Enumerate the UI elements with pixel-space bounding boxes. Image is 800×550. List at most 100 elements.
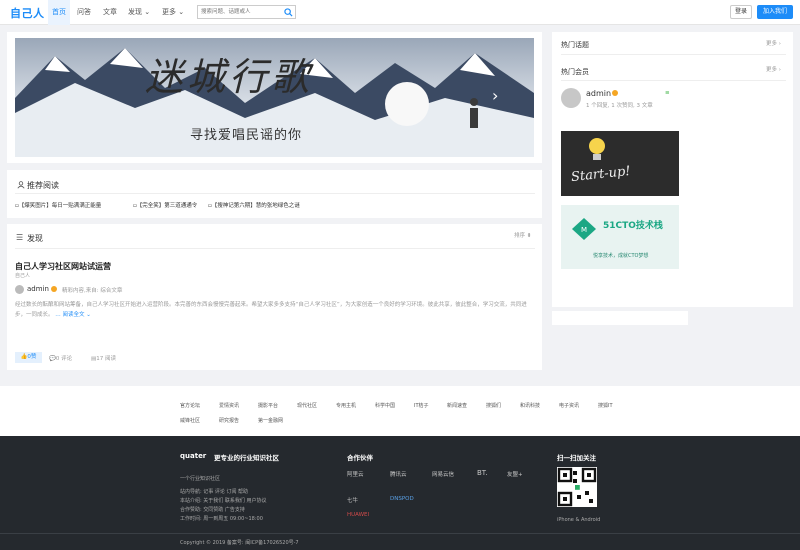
footer-tagline: 更专业的行业知识社区	[214, 454, 279, 462]
list-icon: ☰	[16, 233, 24, 242]
post-excerpt: 经过数长的酝酿和网站筹备，自己人学习社区开始进入运营阶段。本完善的东西会慢慢完善…	[15, 302, 527, 318]
lightbulb-icon	[589, 138, 605, 160]
recommend-item[interactable]: ▫【完全笑】第三道通通令	[133, 201, 197, 209]
footer-link[interactable]: IT桔子	[414, 402, 429, 409]
top-header: 自己人 首页 问答 文章 发现 ⌄ 更多 ⌄ 登录 加入我们	[0, 0, 800, 25]
search-input[interactable]	[198, 6, 282, 18]
hot-topics-title: 热门话题	[561, 41, 589, 49]
comments-link[interactable]: 💬0 评论	[49, 354, 72, 362]
footer-link[interactable]: 爱情资讯	[219, 402, 239, 409]
post-author[interactable]: admin	[27, 285, 49, 293]
footer-link[interactable]: 和讯科技	[520, 402, 540, 409]
footer-coop-links[interactable]: 交同赞助 广告支持	[203, 507, 245, 513]
divider	[15, 193, 535, 194]
footer-label: 合作赞助:	[180, 507, 202, 513]
startup-ad[interactable]: Start-up!	[561, 131, 679, 196]
search-icon[interactable]	[284, 8, 293, 17]
post-meta: 精彩内容,来自: 综合文章	[62, 288, 123, 294]
sort-button[interactable]: 排序 ⬍	[514, 231, 531, 239]
footer-label: 工作时间:	[180, 516, 202, 522]
nav-articles[interactable]: 文章	[103, 0, 117, 25]
views-count: ▤17 阅读	[91, 356, 116, 362]
qr-caption: iPhone & Android	[557, 517, 601, 523]
qr-code[interactable]	[557, 467, 597, 507]
partner-logo[interactable]: 七牛	[347, 496, 358, 504]
footer-divider	[0, 533, 800, 534]
promo-startup-text: Start-up!	[570, 163, 632, 186]
read-more-link[interactable]: … 阅读全文 ⌄	[55, 312, 91, 318]
search-box	[197, 5, 296, 19]
51cto-logo-icon: M	[572, 218, 596, 240]
footer-link[interactable]: 官方论坛	[180, 402, 200, 409]
partner-logo[interactable]: HUAWEI	[347, 512, 369, 518]
more-users-link[interactable]: 更多 ›	[766, 65, 781, 73]
footer-link[interactable]: 新闻速查	[447, 402, 467, 409]
verified-badge-icon	[612, 90, 618, 96]
partner-logo[interactable]: 网易云信	[432, 470, 454, 478]
partner-logo[interactable]: 友盟+	[507, 470, 523, 478]
banner-next-arrow[interactable]: ›	[492, 86, 498, 105]
nav-more[interactable]: 更多 ⌄	[162, 0, 184, 25]
partner-logo[interactable]: 腾讯云	[390, 470, 407, 478]
51cto-ad[interactable]: M 51CTO技术栈 悦享技术，成就CTO梦想	[561, 205, 679, 269]
footer-link[interactable]: 科学中国	[375, 402, 395, 409]
post-tag[interactable]: 自己人	[15, 272, 30, 279]
recommend-title: 推荐阅读	[27, 181, 59, 190]
footer-link[interactable]: 威锋社区	[180, 417, 200, 424]
footer-link[interactable]: 专用主机	[336, 402, 356, 409]
nav-discover[interactable]: 发现 ⌄	[128, 0, 150, 25]
qr-title: 扫一扫加关注	[557, 454, 596, 462]
promo-51cto-subtitle: 悦享技术，成就CTO梦想	[593, 253, 649, 259]
divider	[561, 80, 786, 81]
site-logo[interactable]: 自己人	[10, 5, 45, 21]
footer-brand: quater	[180, 452, 207, 460]
post-title[interactable]: 自己人学习社区网站试运营	[15, 261, 111, 272]
recommend-item[interactable]: ▫【搜神记第六期】慧的张地绿色之谜	[208, 201, 300, 209]
avatar[interactable]	[561, 88, 581, 108]
partners-title: 合作伙伴	[347, 454, 373, 462]
avatar[interactable]	[15, 285, 24, 294]
verified-badge-icon	[51, 286, 57, 292]
footer-link[interactable]: 研究报告	[219, 417, 239, 424]
footer-label: 站内导航:	[180, 489, 202, 495]
copyright: Copyright © 2019 备案号: 闽ICP备17026520号-7	[180, 540, 299, 546]
divider	[561, 54, 786, 55]
discover-title: 发现	[27, 234, 43, 243]
hot-users-title: 热门会员	[561, 68, 589, 76]
users-icon	[17, 181, 25, 189]
recommend-card: 推荐阅读 ▫【爆笑图片】每日一贴满满正能量 ▫【完全笑】第三道通通令 ▫【搜神记…	[7, 170, 542, 218]
footer-link[interactable]: 现代社区	[297, 402, 317, 409]
site-footer: quater 更专业的行业知识社区 一个行业知识社区 站内导航: 记事 评论 订…	[0, 436, 800, 550]
partner-logo[interactable]: DNSPOD	[390, 496, 414, 502]
friend-links: 官方论坛 爱情资讯 摄影平台 现代社区 专用主机 科学中国 IT桔子 新闻速查 …	[0, 386, 800, 436]
footer-desc: 一个行业知识社区	[180, 476, 221, 482]
footer-link[interactable]: 电子资讯	[559, 402, 579, 409]
footer-link[interactable]: 搜狐们	[486, 402, 501, 409]
discover-card: ☰ 发现 排序 ⬍ 自己人学习社区网站试运营 自己人 admin 精彩内容,来自…	[7, 224, 542, 370]
nav-home[interactable]: 首页	[48, 0, 70, 25]
more-topics-link[interactable]: 更多 ›	[766, 39, 781, 47]
nav-questions[interactable]: 问答	[77, 0, 91, 25]
join-button[interactable]: 加入我们	[757, 5, 793, 19]
footer-about-links[interactable]: 关于我们 联系我们 用户协议	[203, 498, 266, 504]
like-button[interactable]: 👍0赞	[15, 352, 42, 363]
banner-subtitle: 寻找爱唱民谣的你	[190, 128, 303, 143]
footer-nav-links[interactable]: 记事 评论 订阅 帮助	[203, 489, 248, 495]
comment-icon: 💬	[49, 356, 56, 362]
recommend-item[interactable]: ▫【爆笑图片】每日一贴满满正能量	[15, 201, 101, 209]
user-stats: 1 个回复, 1 次赞同, 3 文章	[586, 103, 653, 109]
user-name[interactable]: admin	[586, 89, 611, 98]
footer-link[interactable]: 摄影平台	[258, 402, 278, 409]
banner-title: 迷城行歌	[145, 55, 314, 99]
footer-link[interactable]: 搜狐IT	[598, 402, 613, 409]
footer-link[interactable]: 第一金融网	[258, 417, 283, 424]
svg-text:M: M	[581, 226, 587, 234]
banner-carousel[interactable]: 迷城行歌 寻找爱唱民谣的你 ›	[15, 38, 534, 157]
partner-logo[interactable]: BT.	[477, 469, 487, 477]
login-button[interactable]: 登录	[730, 5, 752, 19]
promo-51cto-title: 51CTO技术栈	[603, 221, 663, 231]
divider	[15, 248, 535, 249]
footer-label: 本站介绍:	[180, 498, 202, 504]
partner-logo[interactable]: 阿里云	[347, 470, 364, 478]
follow-icon[interactable]: ≡	[665, 90, 670, 96]
